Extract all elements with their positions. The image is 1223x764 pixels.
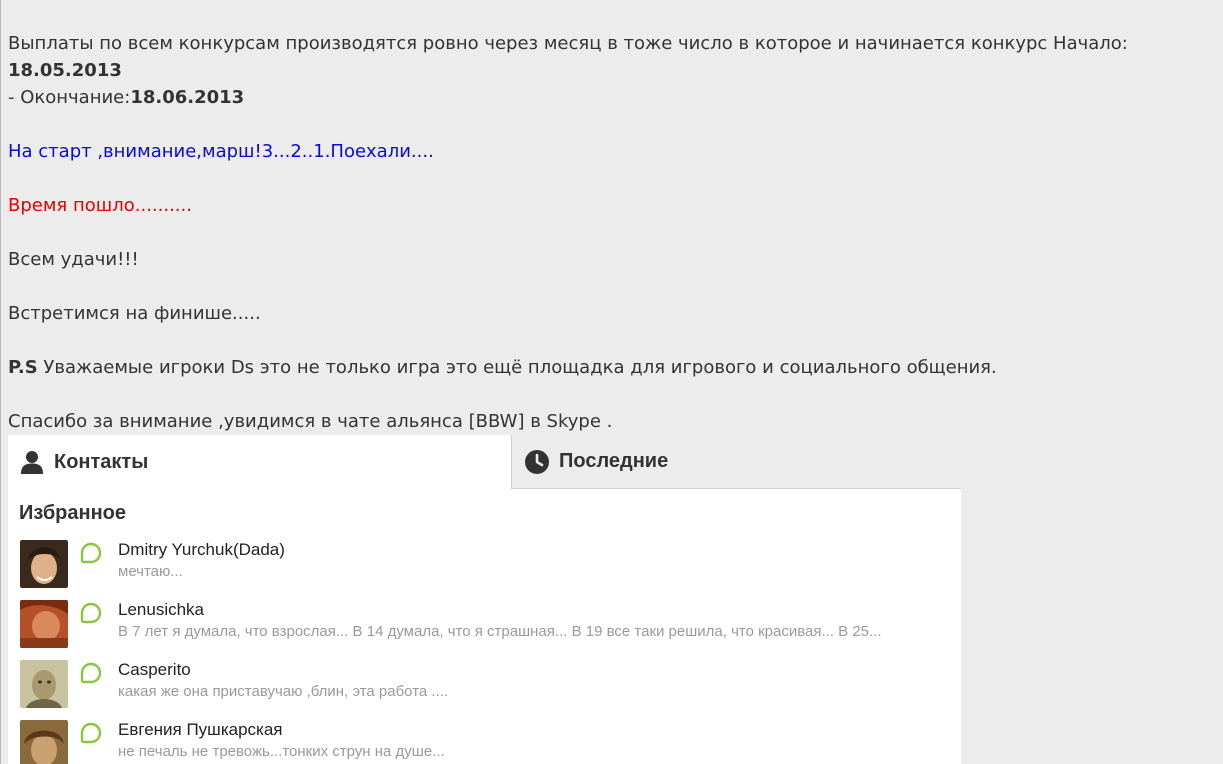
contact-item[interactable]: Casperito какая же она приставучаю ,блин…: [20, 660, 960, 710]
ps-text: Уважаемые игроки Ds это не только игра э…: [37, 357, 997, 378]
contact-item[interactable]: Евгения Пушкарская не печаль не тревожь.…: [20, 720, 960, 764]
thanks-line: Спасибо за внимание ,увидимся в чате аль…: [8, 411, 613, 432]
post-body: Выплаты по всем конкурсам производятся р…: [8, 30, 1218, 462]
contact-name: Lenusichka: [118, 600, 205, 619]
avatar: [20, 600, 68, 648]
status-online-icon: [80, 662, 102, 684]
luck-line: Всем удачи!!!: [8, 249, 139, 270]
contact-name: Евгения Пушкарская: [118, 720, 283, 739]
end-date: 18.06.2013: [130, 87, 245, 108]
clock-icon: [525, 449, 549, 474]
payout-text: Выплаты по всем конкурсам производятся р…: [8, 33, 1128, 54]
tab-contacts[interactable]: Контакты: [8, 435, 511, 489]
avatar: [20, 720, 68, 764]
time-line: Время пошло..........: [8, 195, 192, 216]
contact-mood: мечтаю...: [118, 563, 183, 580]
start-date: 18.05.2013: [8, 60, 122, 81]
ps-paragraph: P.S Уважаемые игроки Ds это не только иг…: [8, 354, 1218, 381]
favorites-title: Избранное: [19, 502, 127, 524]
contact-mood: В 7 лет я думала, что взрослая... В 14 д…: [118, 623, 882, 640]
tab-contacts-label: Контакты: [54, 450, 149, 473]
tab-recent-label: Последние: [559, 450, 669, 472]
finish-line: Встретимся на финише.....: [8, 303, 261, 324]
start-line: На старт ,внимание,марш!3...2..1.Поехали…: [8, 141, 434, 162]
contact-mood: какая же она приставучаю ,блин, эта рабо…: [118, 683, 449, 700]
person-icon: [21, 451, 43, 474]
avatar: [20, 660, 68, 708]
contact-name: Casperito: [118, 660, 191, 679]
contact-item[interactable]: Lenusichka В 7 лет я думала, что взросла…: [20, 600, 960, 650]
contacts-tabs: Контакты Последние: [8, 435, 961, 489]
contact-item[interactable]: Dmitry Yurchuk(Dada) мечтаю...: [20, 540, 960, 590]
payout-paragraph: Выплаты по всем конкурсам производятся р…: [8, 30, 1218, 111]
skype-contacts-widget: Контакты Последние Избранное Dmitry Yurc…: [8, 435, 961, 764]
page-left-border: [0, 0, 1, 764]
contact-name: Dmitry Yurchuk(Dada): [118, 540, 285, 559]
end-label: - Окончание:: [8, 87, 131, 108]
status-online-icon: [80, 602, 102, 624]
ps-label: P.S: [8, 357, 38, 378]
contact-mood: не печаль не тревожь...тонких струн на д…: [118, 743, 445, 760]
avatar: [20, 540, 68, 588]
tab-recent[interactable]: Последние: [511, 435, 961, 489]
status-online-icon: [80, 722, 102, 744]
status-online-icon: [80, 542, 102, 564]
